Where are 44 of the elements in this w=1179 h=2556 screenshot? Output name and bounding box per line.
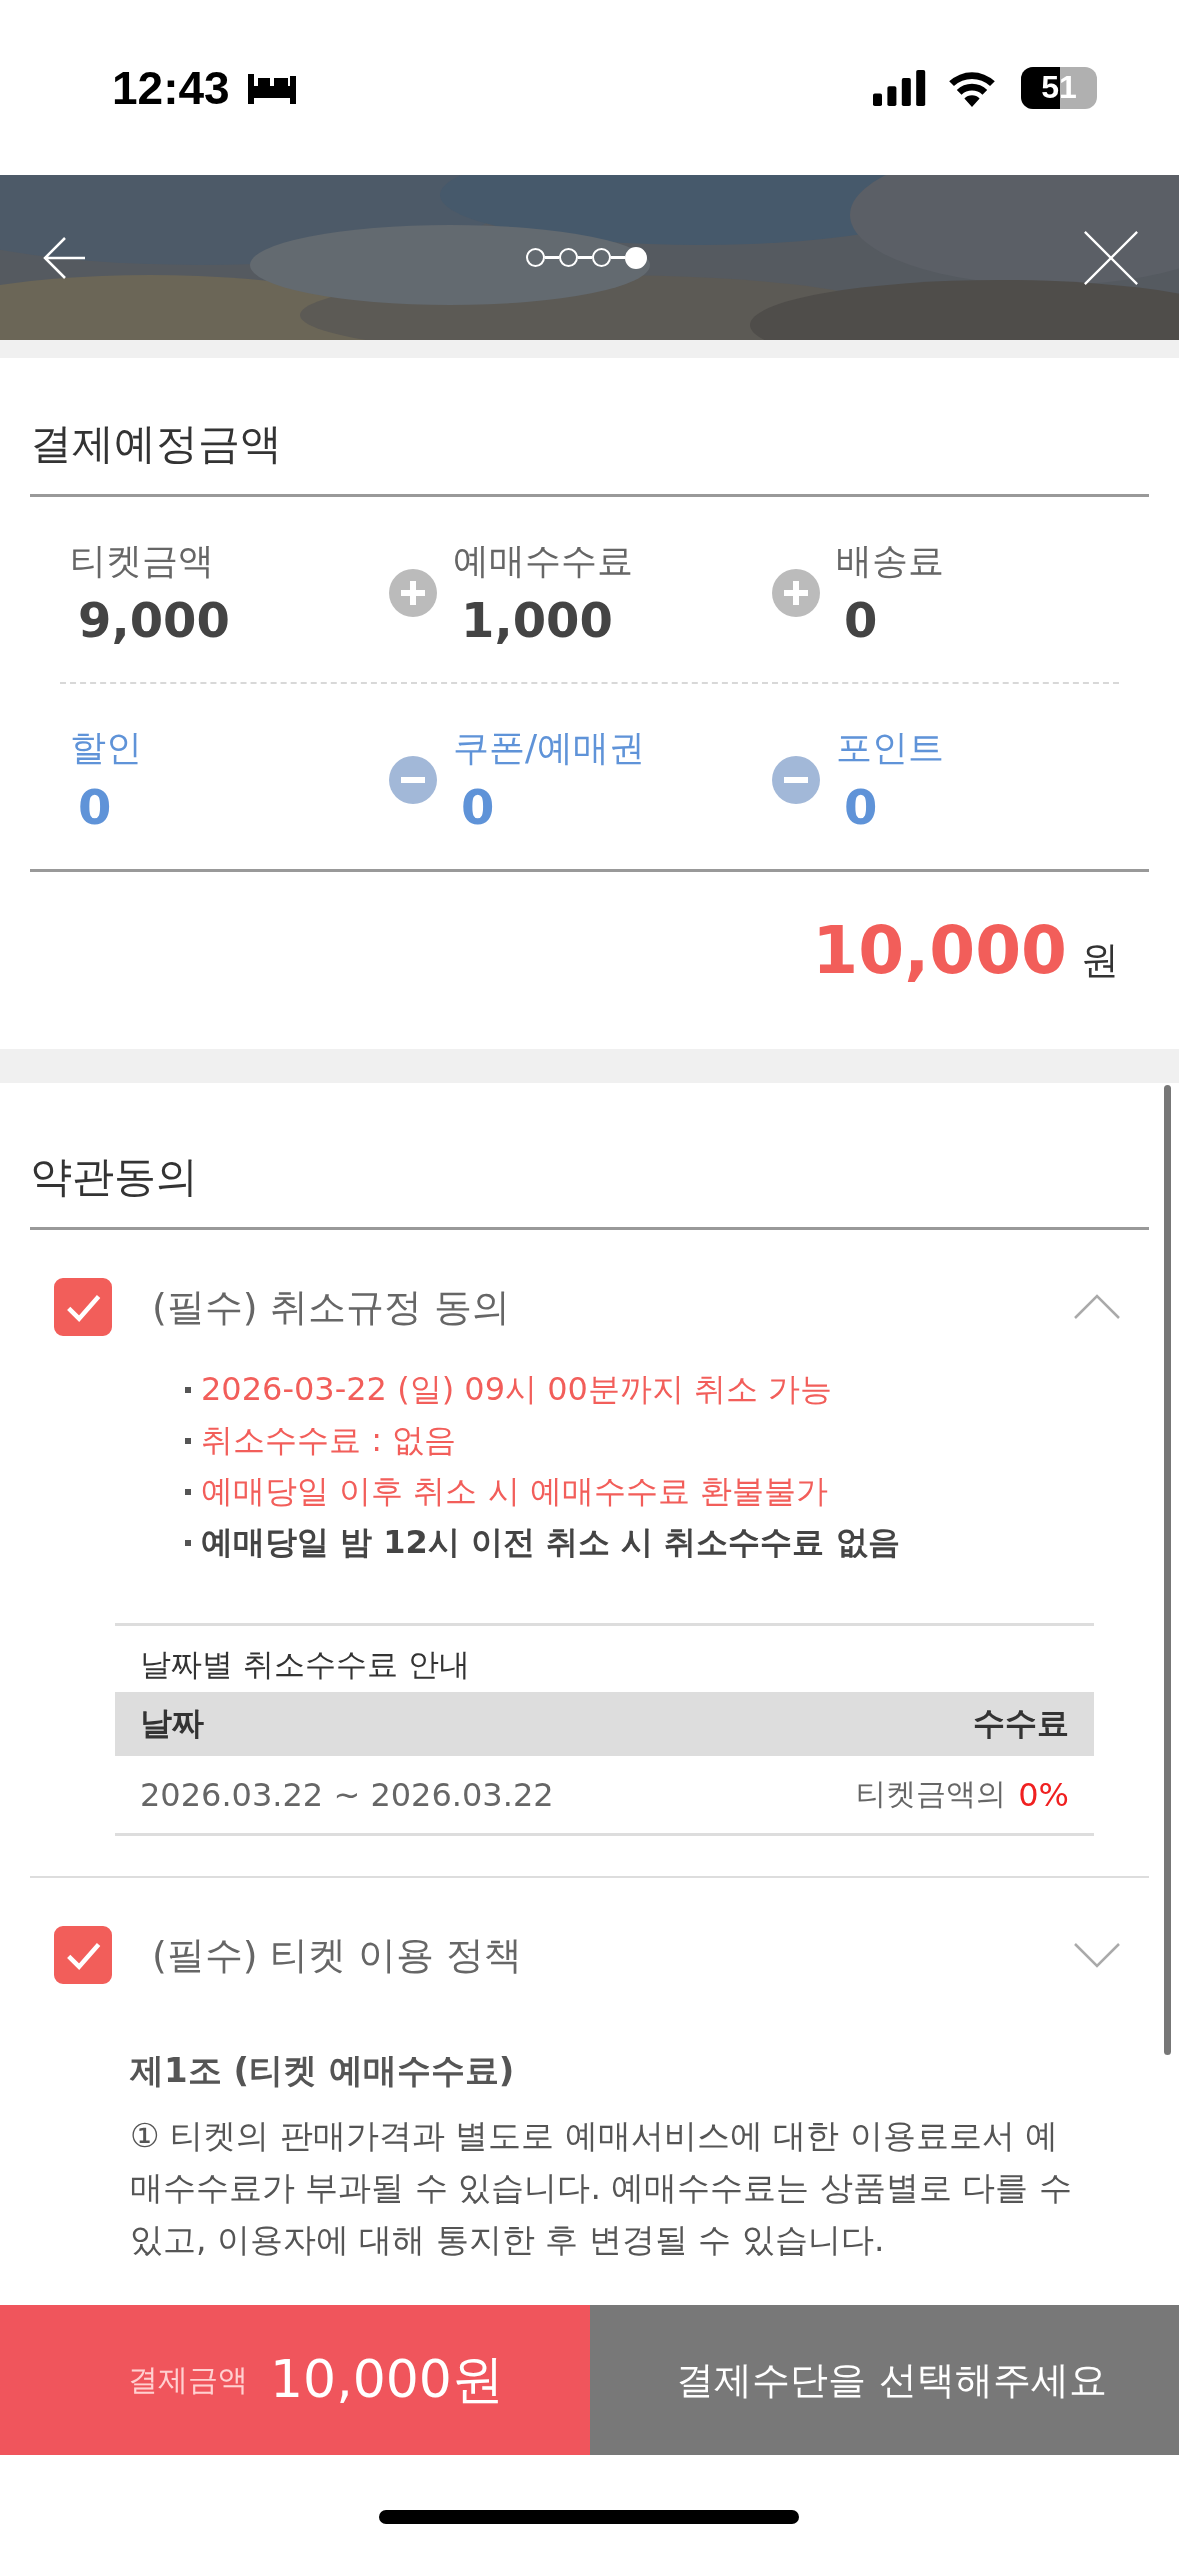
fee-label: 할인 bbox=[70, 726, 143, 770]
table-caption: 날짜별 취소수수료 안내 bbox=[139, 1645, 471, 1684]
policy-bullet: 예매당일 이후 취소 시 예매수수료 환불불가 bbox=[201, 1470, 828, 1512]
minus-icon bbox=[389, 755, 437, 804]
column-header: 날짜 bbox=[140, 1703, 204, 1744]
payment-method-button[interactable]: 결제수단을 선택해주세요 bbox=[590, 2305, 1179, 2455]
table-cell: 0% bbox=[1018, 1775, 1069, 1814]
article-paragraph: ① 티켓의 판매가격과 별도로 예매서비스에 대한 이용료로서 예매수수료가 부과될 수 있습니다. 예매수수료는 상품별로 다를 수 있고, 이용자에 대해 통지한 후 변경될 수 있습니다. bbox=[130, 2115, 1073, 2261]
status-time: 12:43 bbox=[112, 60, 230, 115]
fee-value: 9,000 bbox=[77, 592, 231, 648]
amount-value: 10,000원 bbox=[270, 2348, 504, 2411]
policy-bullet: 2026-03-22 (일) 09시 00분까지 취소 가능 bbox=[201, 1368, 833, 1410]
chevron-up-icon[interactable] bbox=[1073, 1294, 1121, 1320]
section-title: 약관동의 bbox=[30, 1151, 199, 1203]
scrollbar[interactable] bbox=[1164, 1085, 1171, 2055]
term-title[interactable]: (필수) 취소규정 동의 bbox=[152, 1281, 1073, 1333]
term-title[interactable]: (필수) 티켓 이용 정책 bbox=[152, 1929, 1073, 1981]
article-title: 제1조 (티켓 예매수수료) bbox=[130, 2049, 516, 2092]
fee-value: 1,000 bbox=[460, 592, 614, 648]
fee-label: 쿠폰/예매권 bbox=[453, 726, 647, 770]
section-title: 결제예정금액 bbox=[30, 418, 283, 470]
fee-value: 0 bbox=[460, 779, 496, 835]
plus-icon bbox=[772, 568, 820, 617]
total-amount: 10,000 bbox=[812, 912, 1067, 989]
fee-label: 포인트 bbox=[836, 726, 945, 770]
fee-value: 0 bbox=[843, 779, 879, 835]
table-cell-text: 2026.03.22 ~ 2026.03.22 bbox=[140, 1775, 555, 1814]
checkbox[interactable] bbox=[54, 1926, 112, 1984]
table-cell-text: 티켓금액의 bbox=[856, 1775, 1007, 1813]
fee-label: 티켓금액 bbox=[70, 539, 215, 583]
fee-value: 0 bbox=[77, 779, 113, 835]
fee-label: 배송료 bbox=[836, 539, 945, 583]
close-icon[interactable] bbox=[1083, 229, 1139, 286]
fee-value: 0 bbox=[843, 592, 879, 648]
plus-icon bbox=[389, 568, 437, 617]
policy-bullet: 취소수수료 : 없음 bbox=[201, 1419, 457, 1461]
currency-label: 원 bbox=[1081, 937, 1119, 984]
chevron-down-icon[interactable] bbox=[1073, 1942, 1121, 1968]
minus-icon bbox=[772, 755, 820, 804]
fee-label: 예매수수료 bbox=[453, 539, 634, 583]
column-header: 수수료 bbox=[973, 1703, 1069, 1744]
amount-label: 결제금액 bbox=[128, 2360, 248, 2399]
policy-bullet: 예매당일 밤 12시 이전 취소 시 취소수수료 없음 bbox=[201, 1521, 900, 1563]
checkbox[interactable] bbox=[54, 1278, 112, 1336]
